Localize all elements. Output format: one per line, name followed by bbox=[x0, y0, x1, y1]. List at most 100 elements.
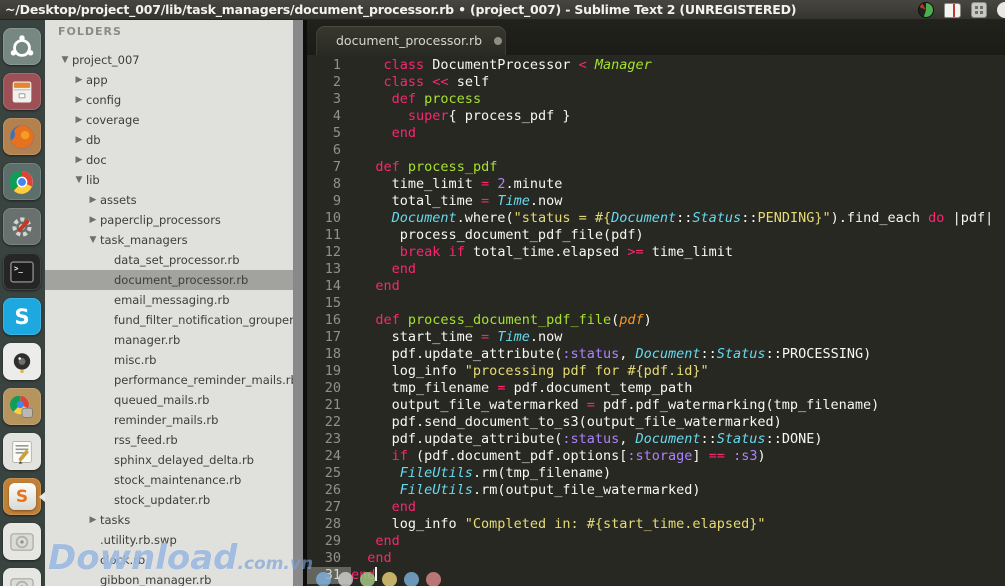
code-line-19[interactable]: 19 log_info "processing pdf for #{pdf.id… bbox=[307, 363, 1005, 380]
code-line-13[interactable]: 13 end bbox=[307, 261, 1005, 278]
chevron-right-icon[interactable]: ▶ bbox=[86, 210, 100, 230]
tree-item-reminder-mails-rb[interactable]: reminder_mails.rb bbox=[45, 410, 293, 430]
tree-item-db[interactable]: ▶db bbox=[45, 130, 293, 150]
code-line-17[interactable]: 17 start_time = Time.now bbox=[307, 329, 1005, 346]
file-manager-icon[interactable] bbox=[3, 73, 41, 110]
code-token: super bbox=[408, 108, 449, 124]
tree-item-rss-feed-rb[interactable]: rss_feed.rb bbox=[45, 430, 293, 450]
chevron-right-icon[interactable]: ▶ bbox=[86, 190, 100, 210]
tree-item-stock-maintenance-rb[interactable]: stock_maintenance.rb bbox=[45, 470, 293, 490]
chevron-down-icon[interactable]: ▼ bbox=[72, 170, 86, 190]
code-line-9[interactable]: 9 total_time = Time.now bbox=[307, 193, 1005, 210]
tree-item-manager-rb[interactable]: manager.rb bbox=[45, 330, 293, 350]
firefox-icon[interactable] bbox=[3, 118, 41, 155]
chevron-down-icon[interactable]: ▼ bbox=[86, 230, 100, 250]
tree-item-tasks[interactable]: ▶tasks bbox=[45, 510, 293, 530]
tree-item-misc-rb[interactable]: misc.rb bbox=[45, 350, 293, 370]
code-line-30[interactable]: 30 end bbox=[307, 550, 1005, 567]
tree-item-document-processor-rb[interactable]: document_processor.rb bbox=[45, 270, 293, 290]
code-line-21[interactable]: 21 output_file_watermarked = pdf.pdf_wat… bbox=[307, 397, 1005, 414]
tree-item-assets[interactable]: ▶assets bbox=[45, 190, 293, 210]
code-token: .rm(output_file_watermarked) bbox=[473, 482, 701, 498]
code-line-15[interactable]: 15 bbox=[307, 295, 1005, 312]
chevron-right-icon[interactable]: ▶ bbox=[72, 70, 86, 90]
code-line-14[interactable]: 14 end bbox=[307, 278, 1005, 295]
tree-item-project-007[interactable]: ▼project_007 bbox=[45, 50, 293, 70]
code-token bbox=[351, 465, 400, 481]
tree-item-stock-updater-rb[interactable]: stock_updater.rb bbox=[45, 490, 293, 510]
sublime-text-icon[interactable]: S bbox=[3, 478, 41, 515]
code-line-3[interactable]: 3 def process bbox=[307, 91, 1005, 108]
code-token bbox=[351, 261, 392, 277]
dictionary-icon[interactable] bbox=[944, 3, 961, 18]
code-line-6[interactable]: 6 bbox=[307, 142, 1005, 159]
tree-item-doc[interactable]: ▶doc bbox=[45, 150, 293, 170]
tree-item-config[interactable]: ▶config bbox=[45, 90, 293, 110]
disk-drive-2-icon[interactable] bbox=[3, 568, 41, 586]
code-text bbox=[351, 295, 1005, 312]
code-line-23[interactable]: 23 pdf.update_attribute(:status, Documen… bbox=[307, 431, 1005, 448]
chevron-right-icon[interactable]: ▶ bbox=[72, 90, 86, 110]
tree-item-task-managers[interactable]: ▼task_managers bbox=[45, 230, 293, 250]
code-line-10[interactable]: 10 Document.where("status = #{Document::… bbox=[307, 210, 1005, 227]
tree-item-data-set-processor-rb[interactable]: data_set_processor.rb bbox=[45, 250, 293, 270]
tree-item-gibbon-manager-rb[interactable]: gibbon_manager.rb bbox=[45, 570, 293, 586]
chevron-right-icon[interactable]: ▶ bbox=[72, 150, 86, 170]
chromium-app-icon[interactable] bbox=[3, 388, 41, 425]
system-monitor-icon[interactable] bbox=[918, 2, 934, 18]
code-text: def process_document_pdf_file(pdf) bbox=[351, 312, 1005, 329]
code-token: if bbox=[392, 448, 408, 464]
camera-app-icon[interactable] bbox=[3, 343, 41, 380]
tree-item-coverage[interactable]: ▶coverage bbox=[45, 110, 293, 130]
tree-item-app[interactable]: ▶app bbox=[45, 70, 293, 90]
code-area[interactable]: 1 class DocumentProcessor < Manager2 cla… bbox=[307, 55, 1005, 586]
code-token: (pdf.document_pdf.options[ bbox=[408, 448, 627, 464]
keyboard-indicator-icon[interactable] bbox=[971, 2, 987, 18]
chrome-icon[interactable] bbox=[3, 163, 41, 200]
chevron-right-icon[interactable]: ▶ bbox=[72, 110, 86, 130]
chevron-down-icon[interactable]: ▼ bbox=[58, 50, 72, 70]
code-line-22[interactable]: 22 pdf.send_document_to_s3(output_file_w… bbox=[307, 414, 1005, 431]
chevron-right-icon[interactable]: ▶ bbox=[86, 510, 100, 530]
ubuntu-dash-icon[interactable] bbox=[3, 28, 41, 65]
tree-item-queued-mails-rb[interactable]: queued_mails.rb bbox=[45, 390, 293, 410]
file-tab[interactable]: document_processor.rb bbox=[316, 26, 506, 55]
sidebar-scrollbar[interactable] bbox=[293, 20, 303, 586]
code-line-27[interactable]: 27 end bbox=[307, 499, 1005, 516]
code-line-16[interactable]: 16 def process_document_pdf_file(pdf) bbox=[307, 312, 1005, 329]
code-line-1[interactable]: 1 class DocumentProcessor < Manager bbox=[307, 57, 1005, 74]
code-line-8[interactable]: 8 time_limit = 2.minute bbox=[307, 176, 1005, 193]
code-line-4[interactable]: 4 super{ process_pdf } bbox=[307, 108, 1005, 125]
code-line-11[interactable]: 11 process_document_pdf_file(pdf) bbox=[307, 227, 1005, 244]
text-editor-icon[interactable] bbox=[3, 433, 41, 470]
code-line-31[interactable]: 31end bbox=[307, 567, 1005, 584]
code-line-25[interactable]: 25 FileUtils.rm(tmp_filename) bbox=[307, 465, 1005, 482]
code-line-18[interactable]: 18 pdf.update_attribute(:status, Documen… bbox=[307, 346, 1005, 363]
skype-icon[interactable]: S bbox=[3, 298, 41, 335]
tree-item-lib[interactable]: ▼lib bbox=[45, 170, 293, 190]
chevron-right-icon[interactable]: ▶ bbox=[72, 130, 86, 150]
code-line-26[interactable]: 26 FileUtils.rm(output_file_watermarked) bbox=[307, 482, 1005, 499]
tree-item-performance-reminder-mails-rb[interactable]: performance_reminder_mails.rb bbox=[45, 370, 293, 390]
tree-item--utility-rb-swp[interactable]: .utility.rb.swp bbox=[45, 530, 293, 550]
tree-item-paperclip-processors[interactable]: ▶paperclip_processors bbox=[45, 210, 293, 230]
terminal-icon[interactable]: >_ bbox=[3, 253, 41, 290]
tree-item-email-messaging-rb[interactable]: email_messaging.rb bbox=[45, 290, 293, 310]
notification-icon[interactable] bbox=[997, 2, 1005, 18]
tree-item-clock-rb[interactable]: clock.rb bbox=[45, 550, 293, 570]
code-line-5[interactable]: 5 end bbox=[307, 125, 1005, 142]
system-settings-icon[interactable] bbox=[3, 208, 41, 245]
line-number: 27 bbox=[307, 499, 351, 516]
code-token: end bbox=[392, 499, 416, 515]
tree-item-sphinx-delayed-delta-rb[interactable]: sphinx_delayed_delta.rb bbox=[45, 450, 293, 470]
code-line-12[interactable]: 12 break if total_time.elapsed >= time_l… bbox=[307, 244, 1005, 261]
code-line-20[interactable]: 20 tmp_filename = pdf.document_temp_path bbox=[307, 380, 1005, 397]
code-line-24[interactable]: 24 if (pdf.document_pdf.options[:storage… bbox=[307, 448, 1005, 465]
tree-item-fund-filter-notification-grouper-rb[interactable]: fund_filter_notification_grouper.rb bbox=[45, 310, 293, 330]
code-line-29[interactable]: 29 end bbox=[307, 533, 1005, 550]
disk-drive-1-icon[interactable] bbox=[3, 523, 41, 560]
line-number: 20 bbox=[307, 380, 351, 397]
code-line-7[interactable]: 7 def process_pdf bbox=[307, 159, 1005, 176]
code-line-28[interactable]: 28 log_info "Completed in: #{start_time.… bbox=[307, 516, 1005, 533]
code-line-2[interactable]: 2 class << self bbox=[307, 74, 1005, 91]
